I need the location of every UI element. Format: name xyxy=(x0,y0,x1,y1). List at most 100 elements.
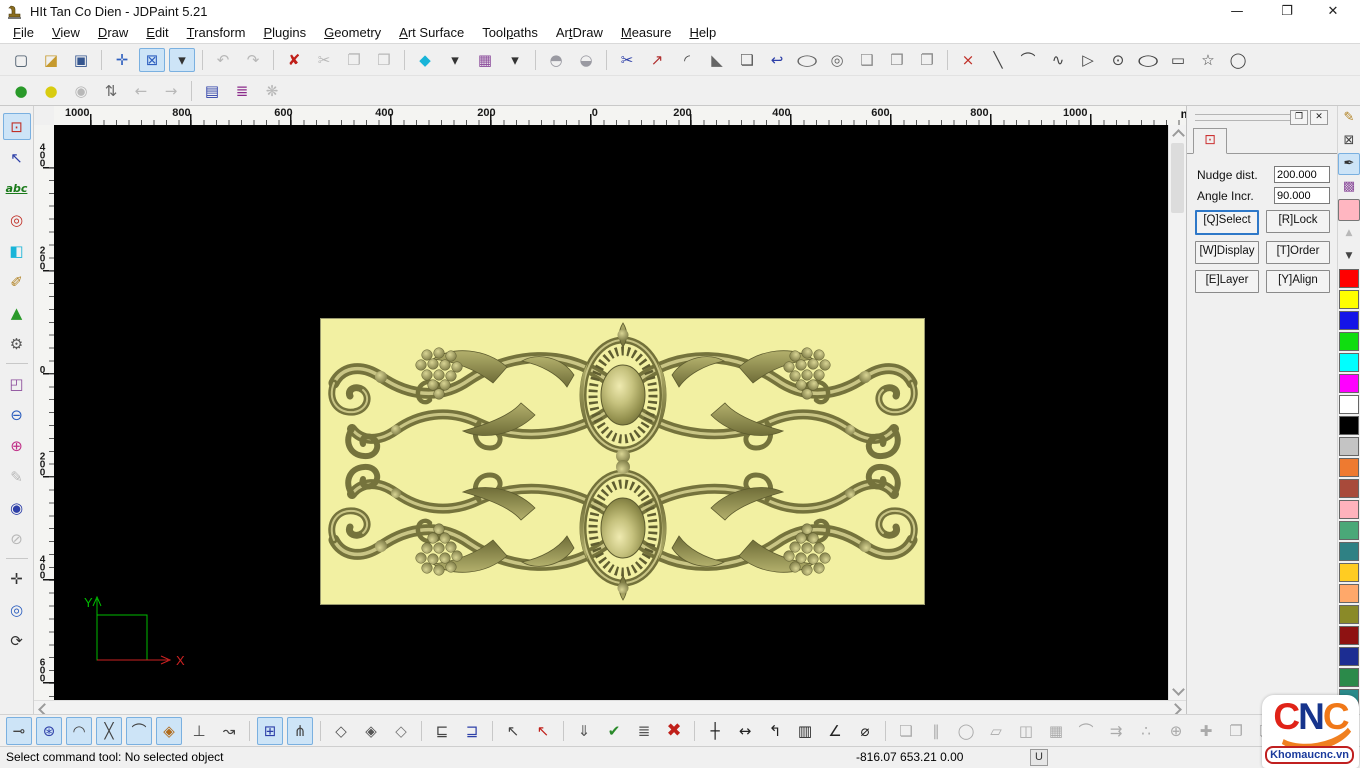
menu-edit[interactable]: Edit xyxy=(137,24,177,41)
swatch-gold[interactable] xyxy=(1339,563,1359,582)
draw-ellipse-icon[interactable]: ○ xyxy=(1126,48,1170,72)
panel-grip[interactable]: ❐ ✕ xyxy=(1195,112,1330,124)
save-icon[interactable]: ▣ xyxy=(68,48,94,72)
swatch-cyan[interactable] xyxy=(1339,353,1359,372)
relief-dome-b-icon[interactable]: ◒ xyxy=(573,48,599,72)
pick-add-icon[interactable]: ↖ xyxy=(500,717,526,745)
zoom-window-icon[interactable]: ◰ xyxy=(3,370,31,397)
menu-view[interactable]: View xyxy=(43,24,89,41)
unit-toggle-button[interactable]: U xyxy=(1030,749,1048,766)
menu-geometry[interactable]: Geometry xyxy=(315,24,390,41)
align-button[interactable]: [Y]Align xyxy=(1266,270,1330,293)
view-cube-icon[interactable]: ▦ xyxy=(472,48,498,72)
menu-artdraw[interactable]: ArtDraw xyxy=(547,24,612,41)
verify-curve-icon[interactable]: ✔ xyxy=(601,717,627,745)
snap-tangent-point-icon[interactable]: ◠ xyxy=(66,717,92,745)
zoom-out-icon[interactable]: ⊖ xyxy=(3,401,31,428)
swatch-pink[interactable] xyxy=(1339,500,1359,519)
display-button[interactable]: [W]Display xyxy=(1195,241,1259,264)
menu-plugins[interactable]: Plugins xyxy=(254,24,315,41)
menu-draw[interactable]: Draw xyxy=(89,24,137,41)
text-tool-icon[interactable]: abc xyxy=(3,175,31,202)
menu-toolpaths[interactable]: Toolpaths xyxy=(473,24,547,41)
show-all-lamp-icon[interactable]: ● xyxy=(8,79,34,103)
snap-node-icon[interactable]: ⊛ xyxy=(36,717,62,745)
eraser-tool-icon[interactable]: ◧ xyxy=(3,237,31,264)
scroll-up-icon[interactable] xyxy=(1172,129,1185,142)
snap-center-icon[interactable]: ⌒ xyxy=(126,717,152,745)
stack-top-icon[interactable]: ⊒ xyxy=(459,717,485,745)
delete-icon[interactable]: ✘ xyxy=(281,48,307,72)
draw-line-icon[interactable]: ╲ xyxy=(985,48,1011,72)
brush-tool-icon[interactable]: ✐ xyxy=(3,268,31,295)
horizontal-scrollbar[interactable] xyxy=(34,700,1186,714)
relief-dome-a-icon[interactable]: ◓ xyxy=(543,48,569,72)
object-list-icon[interactable]: ≣ xyxy=(631,717,657,745)
nc-tool-icon[interactable]: ⚙ xyxy=(3,330,31,357)
surface-mode-dropdown-icon[interactable]: ▾ xyxy=(442,48,468,72)
swatch-blue[interactable] xyxy=(1339,311,1359,330)
trim-icon[interactable]: ✂ xyxy=(614,48,640,72)
swatch-silver[interactable] xyxy=(1339,437,1359,456)
panel-float-button[interactable]: ❐ xyxy=(1290,110,1308,125)
snap-axis-icon[interactable]: ⋔ xyxy=(287,717,313,745)
swatch-magenta[interactable] xyxy=(1339,374,1359,393)
stack-bottom-icon[interactable]: ⊑ xyxy=(429,717,455,745)
swatch-olive[interactable] xyxy=(1339,605,1359,624)
swatch-brick[interactable] xyxy=(1339,479,1359,498)
palette-more-colors-icon[interactable]: ▼ xyxy=(1338,245,1360,267)
swatch-yellow[interactable] xyxy=(1339,290,1359,309)
surface-mode-icon[interactable]: ◆ xyxy=(412,48,438,72)
color-picker-icon[interactable]: ✒ xyxy=(1338,153,1360,175)
dim-horizontal-icon[interactable]: ↔ xyxy=(732,717,758,745)
pick-quadrant-b-icon[interactable]: ◈ xyxy=(358,717,384,745)
swatch-maroon[interactable] xyxy=(1339,626,1359,645)
swatch-green[interactable] xyxy=(1339,332,1359,351)
tab-select-properties[interactable]: ⊡ xyxy=(1193,128,1227,154)
pen-color-icon[interactable]: ✎ xyxy=(1338,107,1360,129)
delete-object-icon[interactable]: ✖ xyxy=(661,717,687,745)
menu-art-surface[interactable]: Art Surface xyxy=(390,24,473,41)
swatch-red[interactable] xyxy=(1339,269,1359,288)
redraw-icon[interactable]: ⟳ xyxy=(3,627,31,654)
layer-manager-icon[interactable]: ▤ xyxy=(199,79,225,103)
select-rect-dropdown-icon[interactable]: ▾ xyxy=(169,48,195,72)
dim-diameter-icon[interactable]: ⌀ xyxy=(852,717,878,745)
swatch-peach[interactable] xyxy=(1339,584,1359,603)
pan-tool-icon[interactable]: ✛ xyxy=(3,565,31,592)
show-selected-lamp-icon[interactable]: ● xyxy=(38,79,64,103)
node-edit-tool-icon[interactable]: ↖ xyxy=(3,144,31,171)
copy-scale-icon[interactable]: ❐ xyxy=(914,48,940,72)
chamfer-icon[interactable]: ◣ xyxy=(704,48,730,72)
snap-perpendicular-icon[interactable]: ⊥ xyxy=(186,717,212,745)
maximize-button[interactable]: ❐ xyxy=(1270,2,1304,22)
zoom-actual-icon[interactable]: ◎ xyxy=(3,596,31,623)
snap-grid-icon[interactable]: ⊞ xyxy=(257,717,283,745)
snap-intersection-icon[interactable]: ╳ xyxy=(96,717,122,745)
dim-rect-icon[interactable]: ▥ xyxy=(792,717,818,745)
vertical-scrollbar[interactable] xyxy=(1168,125,1186,700)
order-button[interactable]: [T]Order xyxy=(1266,241,1330,264)
swatch-navy[interactable] xyxy=(1339,647,1359,666)
zoom-in-icon[interactable]: ⊕ xyxy=(3,432,31,459)
no-fill-icon[interactable]: ⊠ xyxy=(1338,130,1360,152)
profile-tool-icon[interactable]: ◎ xyxy=(3,206,31,233)
draw-polygon-icon[interactable]: ◯ xyxy=(1225,48,1251,72)
swatch-white[interactable] xyxy=(1339,395,1359,414)
close-button[interactable]: ✕ xyxy=(1316,2,1350,22)
current-color-swatch[interactable] xyxy=(1338,199,1360,221)
menu-measure[interactable]: Measure xyxy=(612,24,681,41)
scroll-down-icon[interactable] xyxy=(1172,683,1185,696)
fillet-icon[interactable]: ◜ xyxy=(674,48,700,72)
swatch-teal[interactable] xyxy=(1339,542,1359,561)
swatch-orange[interactable] xyxy=(1339,458,1359,477)
layer-button[interactable]: [E]Layer xyxy=(1195,270,1259,293)
snap-endpoint-icon[interactable]: ⊸ xyxy=(6,717,32,745)
copy-rotate-icon[interactable]: ❒ xyxy=(884,48,910,72)
menu-help[interactable]: Help xyxy=(680,24,725,41)
select-mode-button[interactable]: [Q]Select xyxy=(1195,210,1259,235)
slot-icon[interactable]: ○ xyxy=(785,48,829,72)
pick-remove-icon[interactable]: ↖ xyxy=(530,717,556,745)
draw-point-icon[interactable]: × xyxy=(955,48,981,72)
draw-star-icon[interactable]: ☆ xyxy=(1195,48,1221,72)
